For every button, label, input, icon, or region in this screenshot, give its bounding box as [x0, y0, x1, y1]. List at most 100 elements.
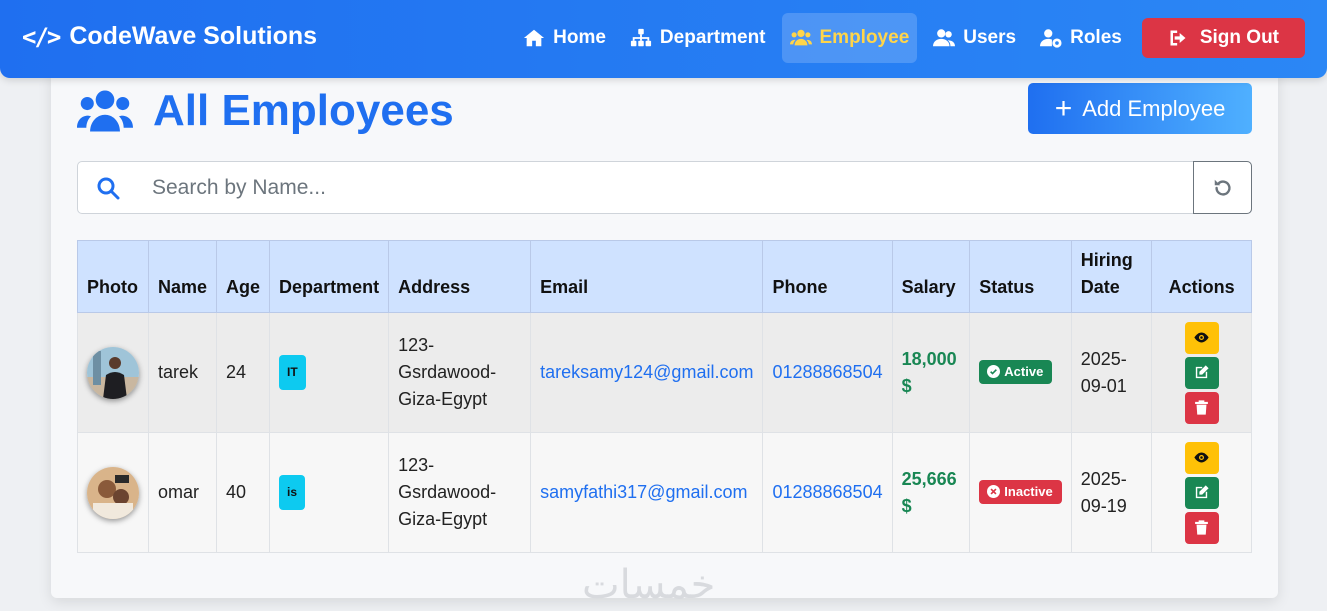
header-address: Address	[388, 240, 532, 313]
user-gear-icon	[1040, 29, 1062, 48]
age-cell: 24	[216, 312, 271, 433]
status-badge: Inactive	[979, 479, 1062, 504]
delete-button[interactable]	[1184, 511, 1219, 544]
nav-department-label: Department	[659, 27, 766, 48]
hiring-date-cell: 2025-09-01	[1070, 312, 1153, 433]
phone-cell: 01288868504	[762, 312, 893, 433]
salary-value: 18,000 $	[901, 348, 957, 396]
employees-table: Photo Name Age Department Address Email …	[77, 240, 1252, 553]
nav-roles[interactable]: Roles	[1032, 13, 1130, 63]
nav-users[interactable]: Users	[925, 13, 1024, 63]
search-bar	[77, 161, 1252, 214]
table-header-row: Photo Name Age Department Address Email …	[77, 240, 1252, 313]
name-cell: omar	[147, 432, 218, 553]
salary-value: 25,666 $	[901, 468, 957, 516]
row-actions	[1161, 321, 1242, 424]
status-text: Inactive	[1004, 483, 1053, 499]
brand[interactable]: </> CodeWave Solutions	[22, 22, 317, 51]
header-status: Status	[969, 240, 1072, 313]
nav-employee[interactable]: Employee	[781, 13, 918, 63]
navbar: </> CodeWave Solutions Home Department E…	[0, 0, 1327, 78]
email-cell: tareksamy124@gmail.com	[530, 312, 764, 433]
header-phone: Phone	[762, 240, 893, 313]
email-link[interactable]: tareksamy124@gmail.com	[540, 362, 753, 382]
add-employee-label: Add Employee	[1082, 95, 1226, 121]
nav-home[interactable]: Home	[515, 13, 614, 63]
nav-department[interactable]: Department	[622, 13, 774, 63]
header-age: Age	[216, 240, 271, 313]
phone-link[interactable]: 01288868504	[772, 362, 882, 382]
eye-icon	[1194, 452, 1209, 463]
user-group-icon	[933, 29, 956, 47]
view-button[interactable]	[1184, 441, 1219, 474]
status-text: Active	[1004, 363, 1044, 379]
department-badge: IT	[279, 355, 306, 390]
header-email: Email	[530, 240, 764, 313]
sign-out-label: Sign Out	[1199, 27, 1279, 48]
employees-card: All Employees + Add Employee Photo Name …	[51, 70, 1278, 598]
department-badge: is	[279, 475, 306, 510]
department-cell: is	[269, 432, 390, 553]
delete-button[interactable]	[1184, 391, 1219, 424]
users-icon	[789, 29, 812, 46]
table-row: tarek 24 IT 123-Gsrdawood-Giza-Egypt tar…	[77, 312, 1252, 433]
sign-out-button[interactable]: Sign Out	[1141, 18, 1305, 58]
edit-button[interactable]	[1184, 356, 1219, 389]
eye-icon	[1194, 332, 1209, 343]
age-cell: 40	[216, 432, 271, 553]
address-cell: 123-Gsrdawood-Giza-Egypt	[388, 432, 532, 553]
salary-cell: 25,666 $	[891, 432, 971, 553]
phone-link[interactable]: 01288868504	[772, 482, 882, 502]
status-cell: Active	[969, 312, 1072, 433]
phone-cell: 01288868504	[762, 432, 893, 553]
reset-button[interactable]	[1193, 161, 1252, 214]
header-photo: Photo	[77, 240, 149, 313]
brand-name: CodeWave Solutions	[69, 22, 318, 50]
edit-icon	[1195, 365, 1209, 379]
sign-out-icon	[1170, 30, 1186, 46]
trash-icon	[1195, 400, 1208, 415]
nav-users-label: Users	[963, 27, 1017, 48]
email-cell: samyfathi317@gmail.com	[530, 432, 764, 553]
page-title-text: All Employees	[153, 86, 454, 135]
status-badge: Active	[979, 359, 1053, 384]
row-actions	[1161, 441, 1242, 544]
edit-icon	[1195, 485, 1209, 499]
photo-cell	[77, 312, 149, 433]
status-cell: Inactive	[969, 432, 1072, 553]
check-circle-icon	[987, 365, 1001, 378]
add-employee-button[interactable]: + Add Employee	[1028, 83, 1252, 134]
plus-icon: +	[1054, 91, 1073, 125]
page-title: All Employees	[77, 86, 454, 136]
actions-cell	[1151, 432, 1252, 553]
home-icon	[524, 29, 545, 47]
users-icon	[77, 90, 133, 132]
edit-button[interactable]	[1184, 476, 1219, 509]
avatar[interactable]	[87, 346, 139, 399]
email-link[interactable]: samyfathi317@gmail.com	[540, 482, 747, 502]
photo-cell	[77, 432, 149, 553]
rotate-left-icon	[1214, 179, 1231, 196]
salary-cell: 18,000 $	[891, 312, 971, 433]
actions-cell	[1151, 312, 1252, 433]
header-salary: Salary	[891, 240, 971, 313]
nav-employee-label: Employee	[819, 27, 910, 48]
search-input[interactable]	[152, 163, 1192, 212]
trash-icon	[1195, 520, 1208, 535]
table-row: omar 40 is 123-Gsrdawood-Giza-Egypt samy…	[77, 432, 1252, 553]
header-department: Department	[269, 240, 390, 313]
avatar[interactable]	[87, 466, 139, 519]
view-button[interactable]	[1184, 321, 1219, 354]
x-circle-icon	[987, 485, 1001, 498]
nav-home-label: Home	[553, 27, 606, 48]
code-icon: </>	[22, 22, 61, 51]
search-icon	[78, 162, 138, 213]
header-name: Name	[147, 240, 218, 313]
hiring-date-cell: 2025-09-19	[1070, 432, 1153, 553]
header-hiring-date: Hiring Date	[1070, 240, 1153, 313]
watermark: خمسات	[582, 562, 716, 608]
nav-roles-label: Roles	[1070, 27, 1122, 48]
nav-menu: Home Department Employee Users Roles Sig…	[507, 13, 1305, 63]
header-actions: Actions	[1151, 240, 1252, 313]
department-cell: IT	[269, 312, 390, 433]
